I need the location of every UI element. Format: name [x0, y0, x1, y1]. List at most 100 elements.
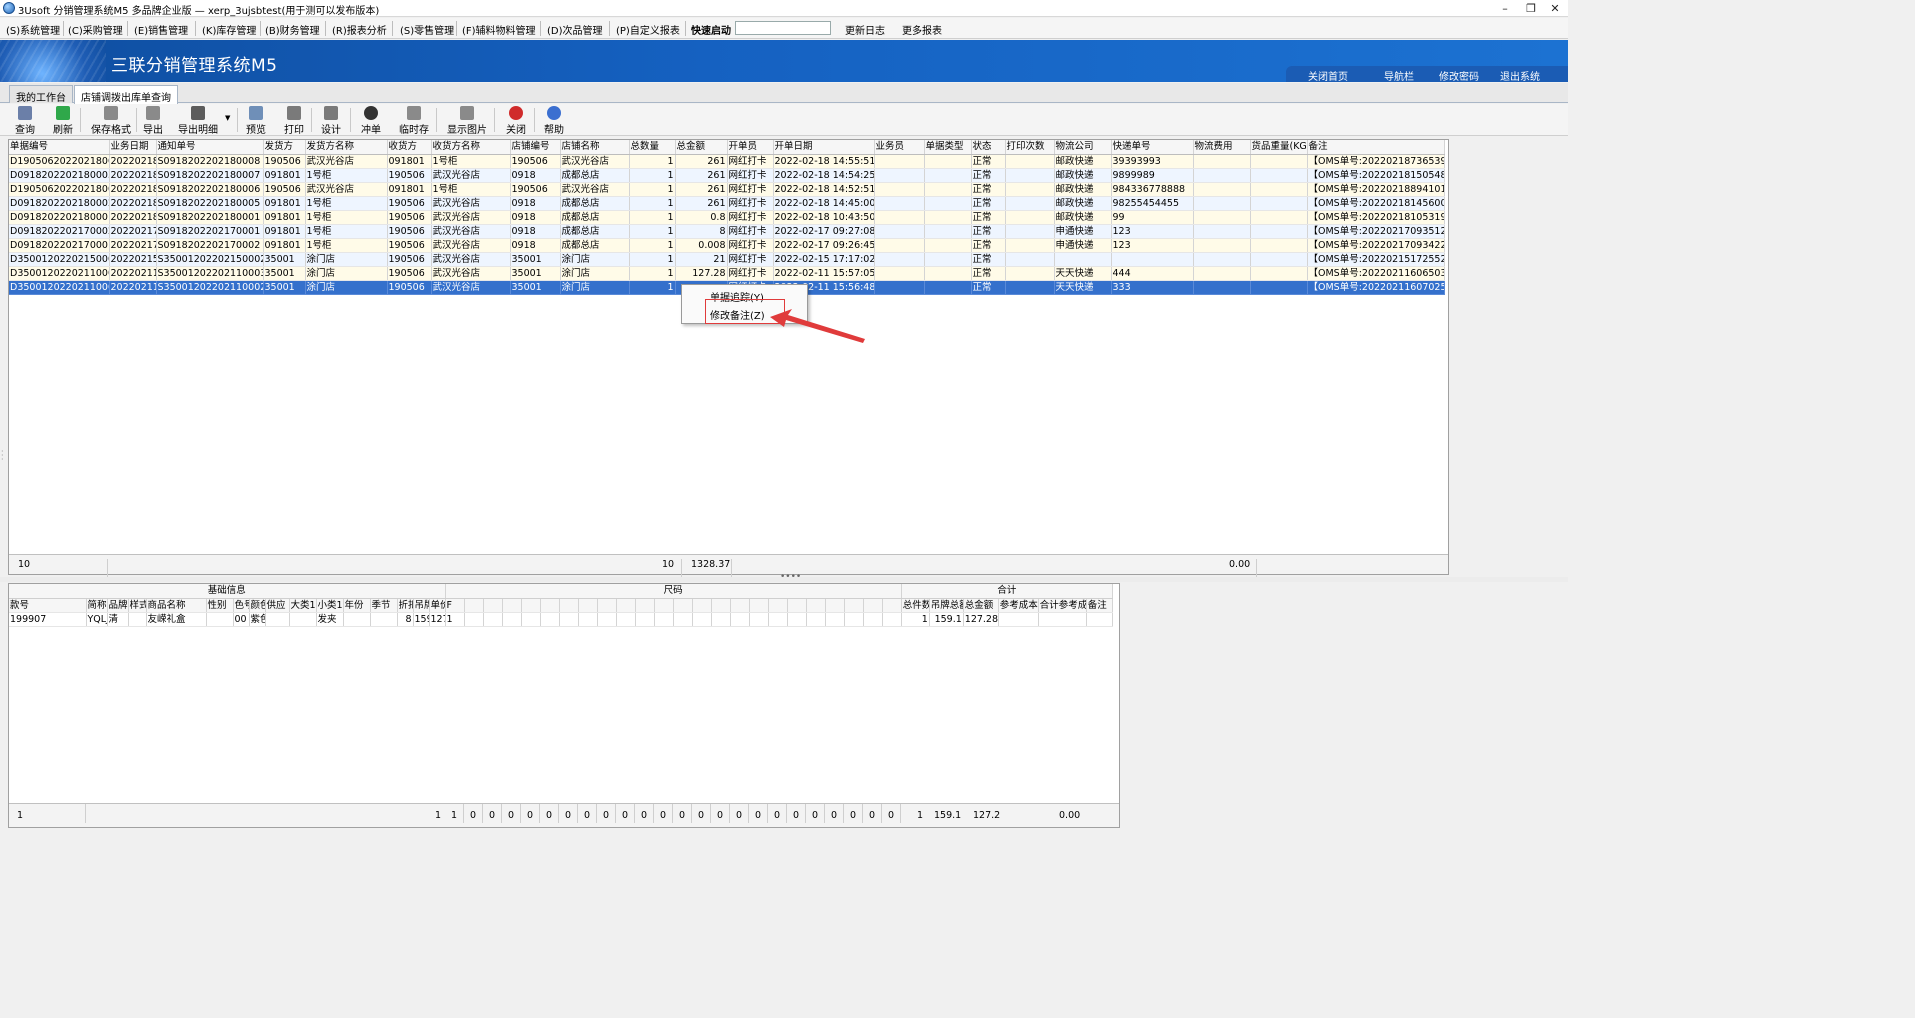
- size-column-header[interactable]: [540, 598, 560, 613]
- tab-workbench[interactable]: 我的工作台: [9, 85, 73, 104]
- column-header[interactable]: 颜色: [249, 598, 266, 613]
- column-header[interactable]: 总金额: [675, 140, 728, 155]
- toolbar-button-10[interactable]: 显示图片: [446, 106, 488, 136]
- menu-defects[interactable]: (D)次品管理: [547, 22, 603, 37]
- column-header[interactable]: 合计参考成: [1038, 598, 1087, 613]
- close-home-link[interactable]: 关闭首页: [1308, 68, 1348, 83]
- size-column-header[interactable]: [464, 598, 484, 613]
- table-row[interactable]: D19050620220218000‌220220218S09182022021…: [9, 154, 1445, 169]
- column-header[interactable]: 吊牌: [413, 598, 430, 613]
- size-column-header[interactable]: [578, 598, 598, 613]
- left-splitter-handle[interactable]: · · ·: [1, 448, 4, 464]
- column-header[interactable]: 单据类型: [924, 140, 972, 155]
- tab-store-transfer-query[interactable]: 店铺调拨出库单查询: [74, 85, 178, 104]
- column-header[interactable]: 店铺名称: [560, 140, 630, 155]
- toolbar-button-0[interactable]: 查询: [14, 106, 36, 136]
- menu-inventory[interactable]: (K)库存管理: [202, 22, 256, 37]
- column-header[interactable]: 单价: [429, 598, 446, 613]
- transfer-order-grid[interactable]: 单据编号 业务日期 通知单号 发货方 发货方名称 收货方 收货方名称 店铺编号 店铺名称 总数量总…: [8, 139, 1449, 578]
- minimize-icon[interactable]: –: [1493, 1, 1517, 16]
- table-row[interactable]: D3500120220211000‌220220211S350012022021…: [9, 266, 1445, 281]
- more-reports-link[interactable]: 更多报表: [902, 22, 942, 37]
- table-row[interactable]: D3500120220215000‌120220215S350012022021…: [9, 252, 1445, 267]
- size-column-header[interactable]: [597, 598, 617, 613]
- change-password-link[interactable]: 修改密码: [1439, 68, 1479, 83]
- column-header[interactable]: 单据编号: [9, 140, 110, 155]
- size-column-header[interactable]: [749, 598, 769, 613]
- quick-start-input[interactable]: [735, 21, 831, 35]
- changelog-link[interactable]: 更新日志: [845, 22, 885, 37]
- column-header[interactable]: 业务日期: [109, 140, 157, 155]
- menu-sales[interactable]: (E)销售管理: [134, 22, 188, 37]
- column-header[interactable]: 打印次数: [1005, 140, 1055, 155]
- menu-reports[interactable]: (R)报表分析: [332, 22, 387, 37]
- column-header[interactable]: 小类1: [316, 598, 344, 613]
- size-column-header[interactable]: [673, 598, 693, 613]
- size-column-header[interactable]: [711, 598, 731, 613]
- column-header[interactable]: 性别: [206, 598, 234, 613]
- column-header[interactable]: 总数量: [629, 140, 676, 155]
- column-header[interactable]: 备注: [1307, 140, 1445, 155]
- toolbar-button-9[interactable]: 临时存: [398, 106, 430, 136]
- column-header[interactable]: 品牌: [107, 598, 129, 613]
- detail-grid[interactable]: 基础信息尺码合计 款号简称品牌样式商品名称性别色号颜色供应大类1小类1年份季节折…: [8, 583, 1120, 828]
- nav-bar-link[interactable]: 导航栏: [1384, 68, 1414, 83]
- menu-finance[interactable]: (B)财务管理: [265, 22, 320, 37]
- column-header[interactable]: 吊牌总额: [929, 598, 964, 613]
- menu-purchase[interactable]: (C)采购管理: [68, 22, 123, 37]
- size-column-header[interactable]: [882, 598, 902, 613]
- column-header[interactable]: 色号: [233, 598, 250, 613]
- size-column-header[interactable]: [635, 598, 655, 613]
- column-header[interactable]: 通知单号: [156, 140, 264, 155]
- menu-system[interactable]: (S)系统管理: [6, 22, 60, 37]
- column-header[interactable]: 总件数: [901, 598, 930, 613]
- size-column-header[interactable]: [502, 598, 522, 613]
- table-row[interactable]: D0918202202180001 20220218 S09182022021800…: [9, 210, 1445, 225]
- size-column-header[interactable]: [616, 598, 636, 613]
- toolbar-button-12[interactable]: 帮助: [543, 106, 565, 136]
- menu-retail[interactable]: (S)零售管理: [400, 22, 454, 37]
- column-header[interactable]: 大类1: [289, 598, 317, 613]
- column-header[interactable]: 年份: [343, 598, 371, 613]
- size-column-header[interactable]: [521, 598, 541, 613]
- size-column-header[interactable]: [768, 598, 788, 613]
- toolbar-button-4[interactable]: 导出明细: [176, 106, 220, 136]
- column-header[interactable]: 收货方: [387, 140, 432, 155]
- column-header[interactable]: 物流公司: [1054, 140, 1112, 155]
- toolbar-button-5[interactable]: 预览: [245, 106, 267, 136]
- column-header[interactable]: 状态: [971, 140, 1006, 155]
- toolbar-button-11[interactable]: 关闭: [505, 106, 527, 136]
- size-column-header[interactable]: [863, 598, 883, 613]
- column-header[interactable]: 商品名称: [146, 598, 207, 613]
- column-header[interactable]: 简称: [86, 598, 108, 613]
- column-header[interactable]: 物流费用: [1193, 140, 1251, 155]
- toolbar-button-8[interactable]: 冲单: [360, 106, 382, 136]
- size-column-header[interactable]: [844, 598, 864, 613]
- dropdown-arrow-icon[interactable]: ▼: [225, 114, 230, 122]
- menu-custom-reports[interactable]: (P)自定义报表: [616, 22, 680, 37]
- size-column-header[interactable]: [483, 598, 503, 613]
- table-row[interactable]: D0918202202170002 20220217 S09182022021700…: [9, 224, 1445, 239]
- column-header[interactable]: 参考成本: [998, 598, 1039, 613]
- column-header[interactable]: 季节: [370, 598, 398, 613]
- column-header[interactable]: 收货方名称: [431, 140, 511, 155]
- size-column-header[interactable]: [806, 598, 826, 613]
- column-header[interactable]: 发货方: [263, 140, 306, 155]
- column-header[interactable]: 发货方名称: [305, 140, 388, 155]
- table-row[interactable]: D0918202202180002 20220218 S09182022021800…: [9, 196, 1445, 211]
- size-column-header[interactable]: F: [445, 598, 465, 613]
- column-header[interactable]: 折扣: [397, 598, 414, 613]
- logout-link[interactable]: 退出系统: [1500, 68, 1540, 83]
- column-header[interactable]: 快递单号: [1111, 140, 1194, 155]
- table-row[interactable]: D0918202202170001 20220217 S09182022021700…: [9, 238, 1445, 253]
- table-row[interactable]: 199907YQLJ清友嵘礼盒00紫色发夹815912711159.1127.2…: [9, 612, 1113, 627]
- column-header[interactable]: 开单日期: [773, 140, 875, 155]
- size-column-header[interactable]: [654, 598, 674, 613]
- close-window-icon[interactable]: ✕: [1543, 1, 1567, 16]
- size-column-header[interactable]: [730, 598, 750, 613]
- size-column-header[interactable]: [787, 598, 807, 613]
- column-header[interactable]: 总金额: [963, 598, 999, 613]
- table-row[interactable]: D0918202202180003 20220218 S09182022021800…: [9, 168, 1445, 183]
- toolbar-button-2[interactable]: 保存格式: [90, 106, 132, 136]
- toolbar-button-3[interactable]: 导出: [142, 106, 164, 136]
